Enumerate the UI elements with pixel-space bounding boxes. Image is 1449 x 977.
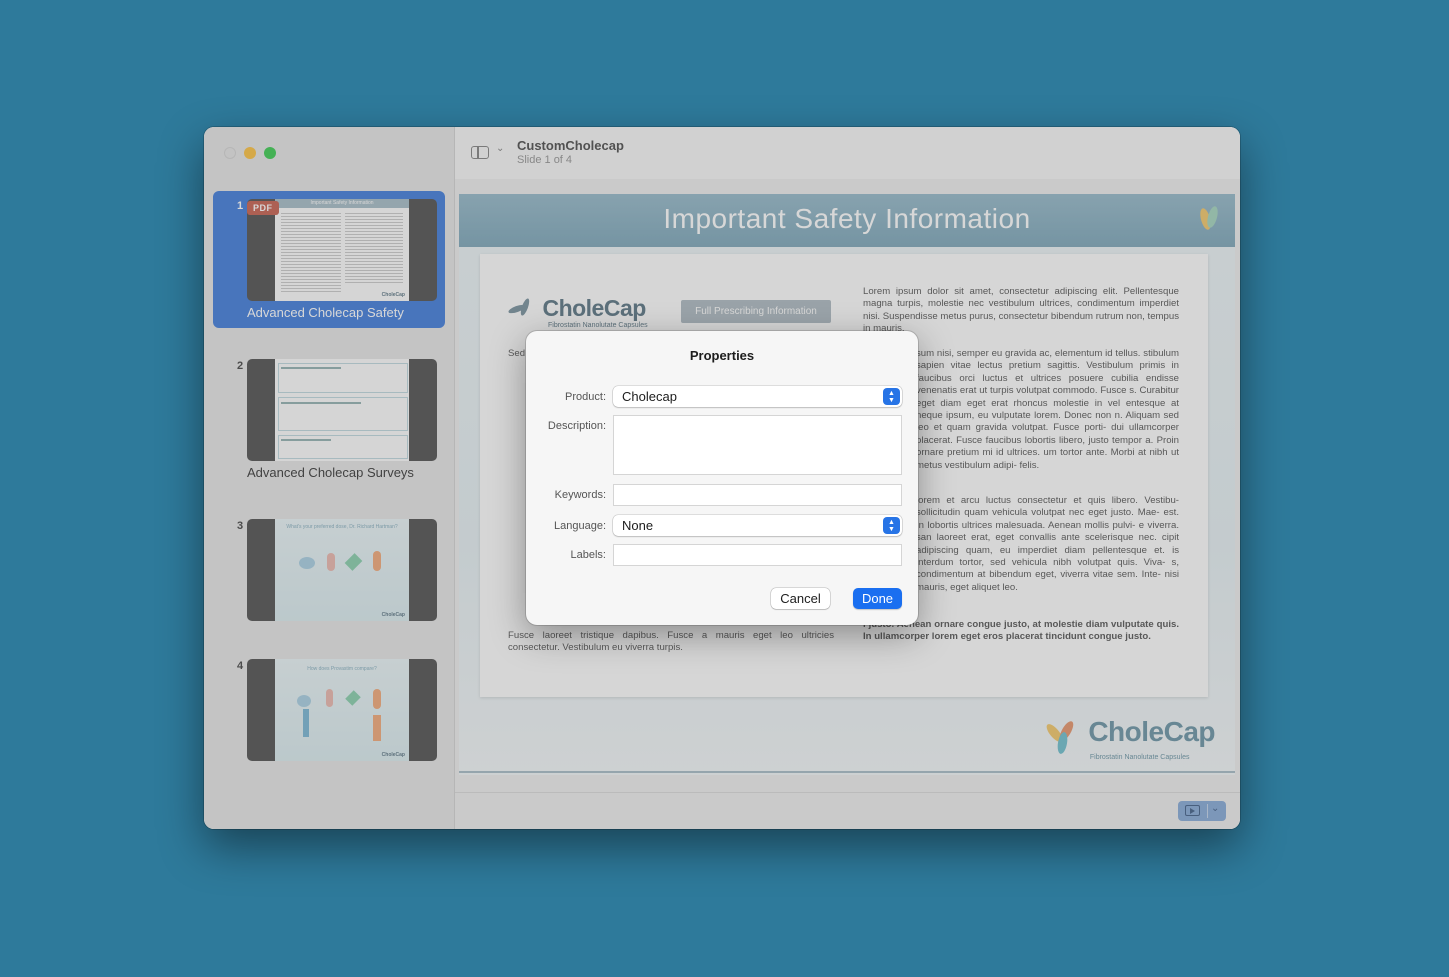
language-label: Language: xyxy=(554,520,606,532)
document-title: CustomCholecap xyxy=(517,138,624,153)
left-column-footer: Fusce laoreet tristique dapibus. Fusce a… xyxy=(508,630,834,654)
done-button[interactable]: Done xyxy=(853,588,902,609)
thumb-title: How does Provastim compare? xyxy=(307,666,377,672)
slide-number: 4 xyxy=(237,660,244,672)
slide-number: 3 xyxy=(237,520,244,532)
labels-field[interactable] xyxy=(613,544,902,566)
slide-thumbnail-2[interactable]: 2 Advanced Cholecap Surveys xyxy=(213,351,445,488)
toolbar: ⌄ CustomCholecap Slide 1 of 4 xyxy=(455,127,1240,179)
properties-dialog: Properties Product: Cholecap ▲ ▼ Descript… xyxy=(526,331,918,625)
slide-thumbnail-3[interactable]: 3 What's your preferred dose, Dr. Richar… xyxy=(213,511,445,631)
leaf-logo-icon xyxy=(1198,204,1221,234)
chevron-down-icon[interactable]: ⌄ xyxy=(1211,803,1219,814)
product-label: Product: xyxy=(565,391,606,403)
dialog-title: Properties xyxy=(689,348,755,363)
right-column-paragraph-3: lorem et arcu luctus consectetur et quis… xyxy=(916,495,1179,593)
zoom-window-button[interactable] xyxy=(264,147,276,159)
slide-number: 2 xyxy=(237,360,244,372)
slide-preview: How does Provastim compare? CholeCap xyxy=(247,659,437,761)
keywords-label: Keywords: xyxy=(554,489,606,501)
chevron-down-icon[interactable]: ⌄ xyxy=(496,143,504,154)
language-popup[interactable]: None ▲ ▼ xyxy=(613,515,902,536)
right-column-paragraph-2: sum nisi, semper eu gravida ac, elementu… xyxy=(916,348,1179,471)
stepper-icon: ▲ ▼ xyxy=(883,517,900,534)
pdf-badge: PDF xyxy=(247,201,279,215)
slide-preview xyxy=(247,359,437,461)
slide-counter: Slide 1 of 4 xyxy=(517,154,573,166)
slide-sidebar: 1 Important Safety Information CholeCap … xyxy=(204,127,455,829)
present-icon xyxy=(1185,805,1200,816)
description-field[interactable] xyxy=(613,415,902,475)
slide-label: Advanced Cholecap Safety xyxy=(247,305,404,320)
bottom-bar: ⌄ xyxy=(455,792,1240,829)
language-value: None xyxy=(622,518,654,533)
full-prescribing-info-button[interactable]: Full Prescribing Information xyxy=(681,300,831,323)
close-window-button[interactable] xyxy=(224,147,236,159)
slide-number: 1 xyxy=(237,200,244,212)
slide-banner-title: Important Safety Information xyxy=(459,194,1235,247)
slide-preview: Important Safety Information CholeCap PD… xyxy=(247,199,437,301)
cholecap-logo: CholeCap Fibrostatin Nanolutate Capsules xyxy=(507,294,648,329)
labels-label: Labels: xyxy=(570,549,606,561)
present-button[interactable]: ⌄ xyxy=(1178,801,1226,821)
description-label: Description: xyxy=(547,420,606,432)
thumb-title: What's your preferred dose, Dr. Richard … xyxy=(286,524,398,530)
product-popup[interactable]: Cholecap ▲ ▼ xyxy=(613,386,902,407)
slide-thumbnail-1[interactable]: 1 Important Safety Information CholeCap … xyxy=(213,191,445,328)
sidebar-toggle-icon[interactable] xyxy=(471,146,489,159)
slide-preview: What's your preferred dose, Dr. Richard … xyxy=(247,519,437,621)
minimize-window-button[interactable] xyxy=(244,147,256,159)
product-value: Cholecap xyxy=(622,389,677,404)
keywords-field[interactable] xyxy=(613,484,902,506)
right-column-paragraph-1: Lorem ipsum dolor sit amet, consectetur … xyxy=(863,286,1179,335)
thumb-title: Important Safety Information xyxy=(275,199,409,208)
cholecap-footer-logo: CholeCap Fibrostatin Nanolutate Capsules xyxy=(1043,716,1215,761)
stepper-icon: ▲ ▼ xyxy=(883,388,900,405)
cancel-button[interactable]: Cancel xyxy=(771,588,830,609)
slide-label: Advanced Cholecap Surveys xyxy=(247,465,414,480)
slide-thumbnail-4[interactable]: 4 How does Provastim compare? CholeCap xyxy=(213,651,445,771)
